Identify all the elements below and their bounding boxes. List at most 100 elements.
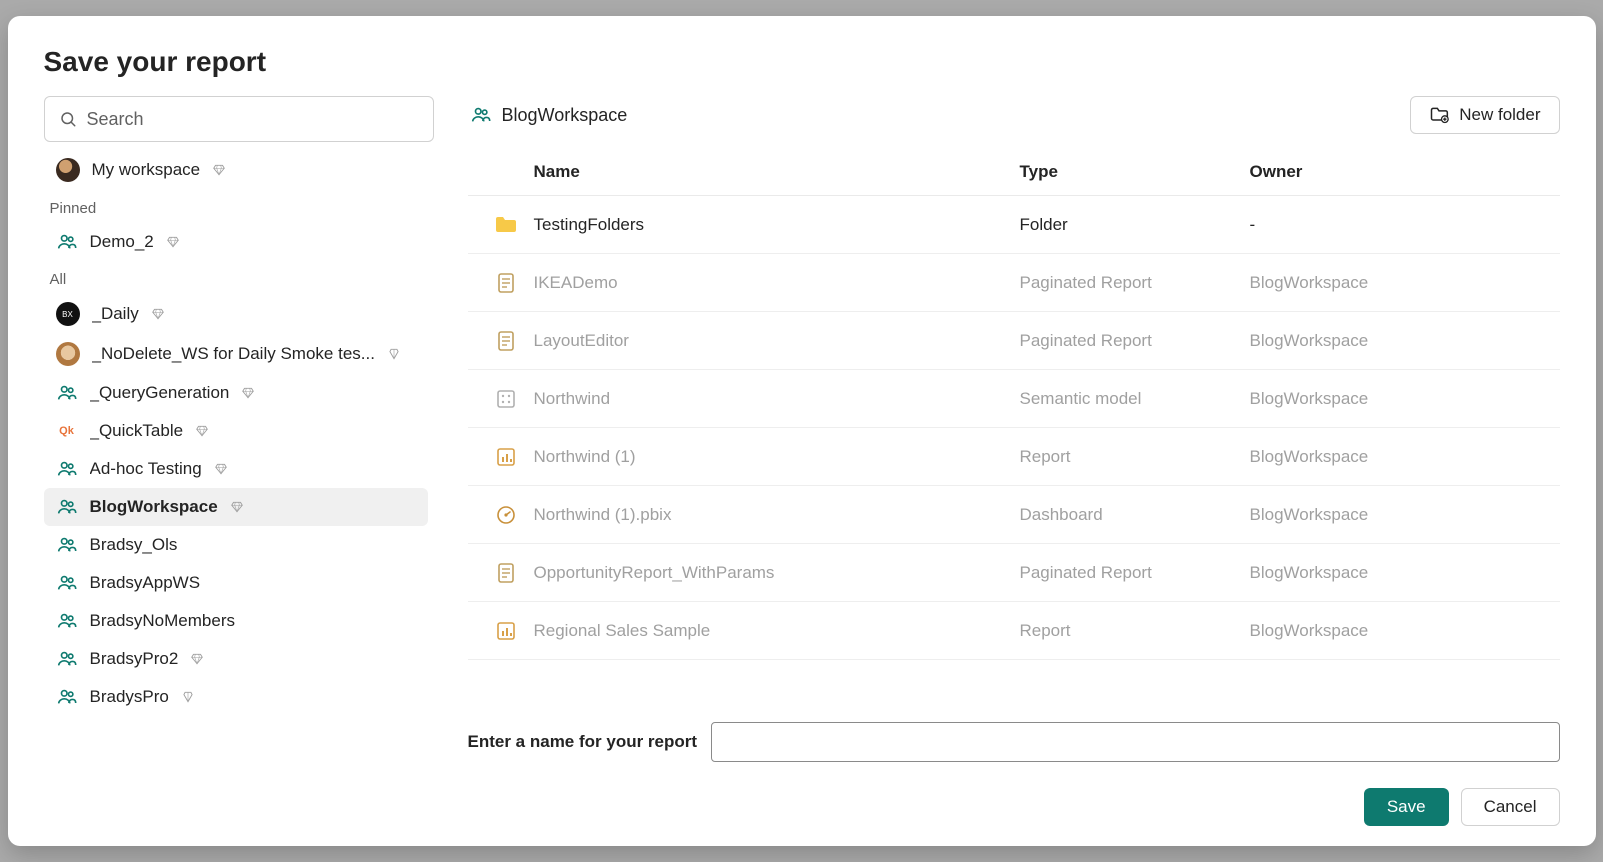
cell-owner: BlogWorkspace <box>1250 563 1550 583</box>
dashboard-icon <box>478 503 534 527</box>
cell-owner: - <box>1250 215 1550 235</box>
cell-type: Paginated Report <box>1020 563 1250 583</box>
premium-capacity-icon <box>181 690 195 704</box>
new-folder-button[interactable]: New folder <box>1410 96 1559 134</box>
diamond-icon <box>151 307 165 321</box>
cell-name: Northwind <box>534 389 1020 409</box>
report-icon <box>478 445 534 469</box>
workspace-group-icon <box>470 104 492 126</box>
cell-name: IKEADemo <box>534 273 1020 293</box>
sidebar-item[interactable]: Qk _QuickTable <box>44 412 428 450</box>
cell-name: OpportunityReport_WithParams <box>534 563 1020 583</box>
sidebar-item[interactable]: Bradsy_Ols <box>44 526 428 564</box>
workspace-sidebar: My workspace Pinned Demo_2 All BX _Daily _… <box>44 96 434 826</box>
cell-owner: BlogWorkspace <box>1250 447 1550 467</box>
sidebar-item[interactable]: _NoDelete_WS for Daily Smoke tes... <box>44 334 428 374</box>
sidebar-item-label: _QuickTable <box>90 421 184 441</box>
cell-owner: BlogWorkspace <box>1250 621 1550 641</box>
workspace-group-icon <box>56 610 78 632</box>
diamond-icon <box>190 652 204 666</box>
diamond-icon <box>166 235 180 249</box>
folder-icon <box>478 213 534 237</box>
table-row[interactable]: TestingFoldersFolder- <box>468 196 1560 254</box>
cell-type: Dashboard <box>1020 505 1250 525</box>
workspace-group-icon <box>56 496 78 518</box>
col-name: Name <box>534 162 1020 182</box>
diamond-icon <box>195 424 209 438</box>
cell-name: LayoutEditor <box>534 331 1020 351</box>
breadcrumb-workspace-name: BlogWorkspace <box>502 105 628 126</box>
workspace-list[interactable]: My workspace Pinned Demo_2 All BX _Daily _… <box>44 150 434 826</box>
cell-type: Folder <box>1020 215 1250 235</box>
paginated-icon <box>478 271 534 295</box>
quicktable-icon: Qk <box>56 420 78 442</box>
sidebar-item-label: BradsyAppWS <box>90 573 201 593</box>
workspace-group-icon <box>56 534 78 556</box>
new-folder-label: New folder <box>1459 105 1540 125</box>
diamond-icon <box>212 163 226 177</box>
sidebar-item[interactable]: _QueryGeneration <box>44 374 428 412</box>
search-icon <box>59 110 77 128</box>
col-type: Type <box>1020 162 1250 182</box>
sidebar-item-label: _NoDelete_WS for Daily Smoke tes... <box>92 344 375 364</box>
cell-type: Paginated Report <box>1020 273 1250 293</box>
sidebar-section-pinned: Pinned <box>44 190 428 223</box>
workspace-group-icon <box>56 458 78 480</box>
workspace-group-icon <box>56 231 78 253</box>
sidebar-item[interactable]: BlogWorkspace <box>44 488 428 526</box>
sidebar-item-label: BradsyNoMembers <box>90 611 236 631</box>
workspace-group-icon <box>56 572 78 594</box>
sidebar-item-label: _Daily <box>92 304 139 324</box>
paginated-icon <box>478 561 534 585</box>
cancel-button[interactable]: Cancel <box>1461 788 1560 826</box>
col-owner: Owner <box>1250 162 1550 182</box>
paginated-icon <box>478 329 534 353</box>
report-name-label: Enter a name for your report <box>468 732 698 752</box>
dialog-title: Save your report <box>44 46 1560 78</box>
content-table: Name Type Owner TestingFoldersFolder-IKE… <box>468 148 1560 704</box>
save-report-dialog: Save your report My workspace Pinned Dem… <box>8 16 1596 846</box>
sidebar-item[interactable]: BX _Daily <box>44 294 428 334</box>
cell-owner: BlogWorkspace <box>1250 505 1550 525</box>
cell-name: Northwind (1) <box>534 447 1020 467</box>
cell-owner: BlogWorkspace <box>1250 389 1550 409</box>
cell-type: Paginated Report <box>1020 331 1250 351</box>
sidebar-item-label: _QueryGeneration <box>90 383 230 403</box>
folder-add-icon <box>1429 105 1449 125</box>
table-header: Name Type Owner <box>468 148 1560 196</box>
sidebar-section-all: All <box>44 261 428 294</box>
sidebar-item-label: My workspace <box>92 160 201 180</box>
sidebar-item-my-workspace[interactable]: My workspace <box>44 150 428 190</box>
workspace-group-icon <box>56 648 78 670</box>
avatar-icon: BX <box>56 302 80 326</box>
table-row: Northwind (1).pbixDashboardBlogWorkspace <box>468 486 1560 544</box>
model-icon <box>478 387 534 411</box>
table-row: OpportunityReport_WithParamsPaginated Re… <box>468 544 1560 602</box>
search-field[interactable] <box>44 96 434 142</box>
cell-name: Northwind (1).pbix <box>534 505 1020 525</box>
sidebar-item[interactable]: BradsyPro2 <box>44 640 428 678</box>
cell-name: Regional Sales Sample <box>534 621 1020 641</box>
report-name-input[interactable] <box>711 722 1559 762</box>
sidebar-item[interactable]: Demo_2 <box>44 223 428 261</box>
premium-capacity-icon <box>387 347 401 361</box>
sidebar-item[interactable]: BradsyNoMembers <box>44 602 428 640</box>
sidebar-item-label: BlogWorkspace <box>90 497 218 517</box>
table-row: NorthwindSemantic modelBlogWorkspace <box>468 370 1560 428</box>
sidebar-item-label: BradsyPro2 <box>90 649 179 669</box>
cell-type: Semantic model <box>1020 389 1250 409</box>
sidebar-item[interactable]: BradsyAppWS <box>44 564 428 602</box>
diamond-icon <box>230 500 244 514</box>
search-input[interactable] <box>87 109 419 130</box>
sidebar-item[interactable]: BradysPro <box>44 678 428 716</box>
cell-name: TestingFolders <box>534 215 1020 235</box>
avatar-icon <box>56 158 80 182</box>
sidebar-item-label: BradysPro <box>90 687 169 707</box>
report-icon <box>478 619 534 643</box>
cell-type: Report <box>1020 621 1250 641</box>
sidebar-item[interactable]: Ad-hoc Testing <box>44 450 428 488</box>
cell-owner: BlogWorkspace <box>1250 331 1550 351</box>
save-button[interactable]: Save <box>1364 788 1449 826</box>
workspace-group-icon <box>56 686 78 708</box>
table-row: IKEADemoPaginated ReportBlogWorkspace <box>468 254 1560 312</box>
